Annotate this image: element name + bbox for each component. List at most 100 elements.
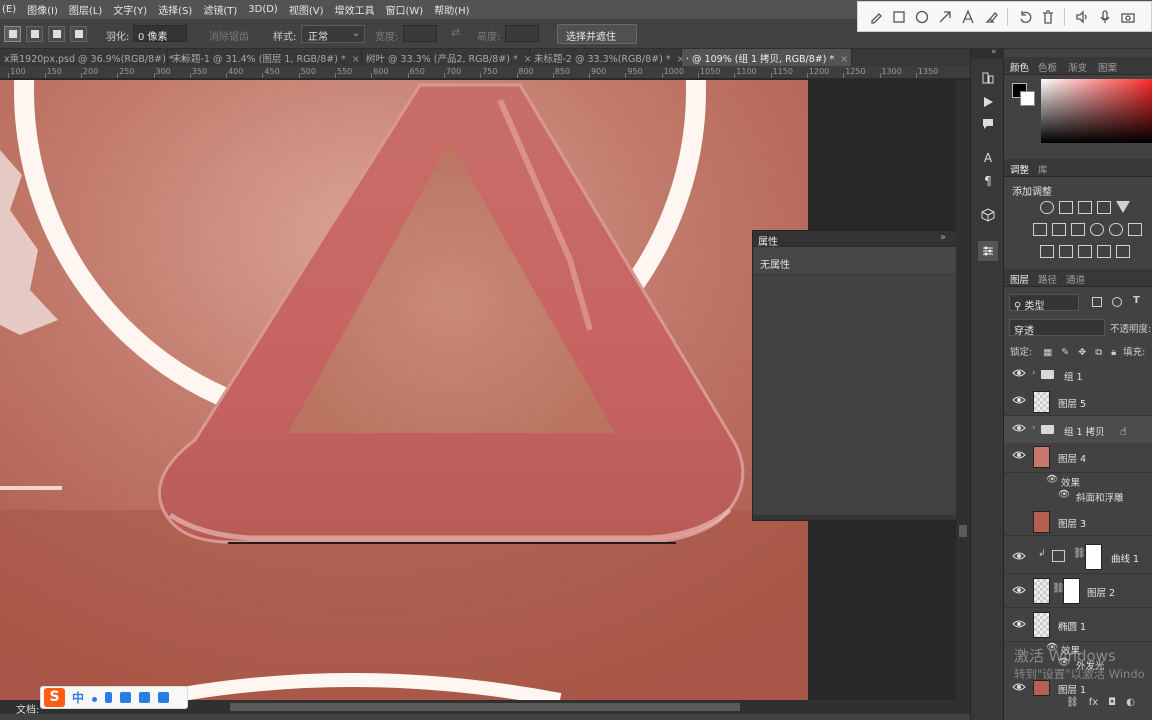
tab-doc-3[interactable]: 树叶 @ 33.3% (产品2, RGB/8#) * × — [362, 49, 532, 66]
delete-icon[interactable] — [1036, 5, 1059, 28]
photo-filter-icon[interactable] — [1090, 223, 1104, 236]
selective-color-icon[interactable] — [1116, 245, 1130, 258]
microphone-icon[interactable] — [105, 692, 113, 703]
lock-all-icon[interactable]: 🔒︎ — [1111, 347, 1116, 358]
new-selection-icon[interactable] — [4, 26, 21, 42]
adjustment-filter-icon[interactable] — [1112, 297, 1122, 307]
visibility-eye-icon[interactable] — [1012, 395, 1026, 405]
width-input[interactable] — [403, 25, 437, 42]
layer-row-4[interactable]: 图层 4 — [1004, 443, 1152, 473]
visibility-empty-box[interactable] — [1013, 516, 1025, 528]
exposure-icon[interactable] — [1097, 201, 1111, 214]
hue-saturation-icon[interactable] — [1033, 223, 1047, 236]
style-select[interactable]: 正常 ⌄ — [301, 25, 365, 43]
menu-edit[interactable]: (E) — [2, 4, 16, 15]
feather-input[interactable]: 0 像素 — [133, 25, 187, 43]
menu-window[interactable]: 窗口(W) — [386, 2, 424, 17]
skin-icon[interactable] — [139, 692, 151, 703]
menu-type[interactable]: 文字(Y) — [113, 2, 147, 17]
tab-doc-4[interactable]: 未标题-2 @ 33.3%(RGB/8#) * × — [530, 49, 685, 66]
menu-3d[interactable]: 3D(D) — [248, 4, 278, 15]
character-icon[interactable]: A — [980, 150, 996, 166]
select-and-mask-button[interactable]: 选择并遮住 ... — [557, 24, 637, 54]
collapse-icon[interactable]: « — [991, 47, 997, 57]
text-icon[interactable] — [956, 5, 979, 28]
antialias-checkbox-label[interactable]: 消除锯齿 — [209, 28, 249, 43]
actions-play-icon[interactable] — [980, 94, 996, 110]
scroll-thumb[interactable] — [959, 525, 967, 537]
layer-row-curves-1[interactable]: ↲ ⛓ 曲线 1 — [1004, 540, 1152, 574]
visibility-eye-icon[interactable] — [1012, 551, 1026, 561]
background-color-swatch[interactable] — [1020, 91, 1035, 106]
intersect-selection-icon[interactable] — [70, 26, 87, 42]
new-adjustment-icon[interactable]: ◐ — [1126, 697, 1135, 708]
toolbox-icon[interactable] — [158, 692, 170, 703]
vibrance-icon[interactable] — [1116, 201, 1130, 213]
ime-lang-toggle[interactable]: 中 — [72, 689, 84, 706]
tab-gradients[interactable]: 渐变 — [1068, 60, 1087, 74]
pixel-filter-icon[interactable] — [1092, 297, 1102, 307]
camera-icon[interactable] — [1116, 5, 1139, 28]
punctuation-icon[interactable] — [92, 697, 98, 702]
volume-icon[interactable] — [1070, 5, 1093, 28]
tab-swatches[interactable]: 色板 — [1038, 60, 1057, 74]
tab-doc-2[interactable]: 未标题-1 @ 31.4% (图层 1, RGB/8#) * × — [168, 49, 362, 66]
color-balance-icon[interactable] — [1052, 223, 1066, 236]
gradient-map-icon[interactable] — [1097, 245, 1111, 258]
layer-row-group-1[interactable]: › 组 1 — [1004, 361, 1152, 389]
properties-icon[interactable] — [978, 241, 998, 261]
channel-mixer-icon[interactable] — [1109, 223, 1123, 236]
3d-cube-icon[interactable] — [980, 207, 996, 223]
pen-icon[interactable] — [864, 5, 887, 28]
visibility-eye-icon[interactable] — [1012, 450, 1026, 460]
threshold-icon[interactable] — [1078, 245, 1092, 258]
black-white-icon[interactable] — [1071, 223, 1085, 236]
tab-color[interactable]: 颜色 — [1010, 60, 1029, 74]
brightness-icon[interactable] — [1040, 201, 1054, 214]
fx-icon[interactable]: fx — [1089, 697, 1098, 708]
visibility-eye-icon[interactable] — [1012, 619, 1026, 629]
layer-filter-select[interactable]: ⚲ 类型 — [1009, 294, 1079, 312]
layer-row-5[interactable]: 图层 5 — [1004, 388, 1152, 416]
posterize-icon[interactable] — [1059, 245, 1073, 258]
layer-row-ellipse-1[interactable]: 椭圆 1 — [1004, 608, 1152, 642]
height-input[interactable] — [505, 25, 539, 42]
microphone-icon[interactable] — [1093, 5, 1116, 28]
tab-paths[interactable]: 路径 — [1038, 272, 1057, 286]
lock-position-icon[interactable]: ✥ — [1078, 347, 1086, 358]
effect-eye-icon[interactable]: 👁︎ — [1058, 489, 1070, 500]
layer-row-2[interactable]: ⛓ 图层 2 — [1004, 574, 1152, 608]
menu-plugins[interactable]: 增效工具 — [335, 2, 375, 17]
visibility-eye-icon[interactable] — [1012, 368, 1026, 378]
history-icon[interactable] — [980, 70, 996, 86]
add-mask-icon[interactable]: ◘ — [1108, 697, 1116, 708]
close-icon[interactable]: × — [840, 54, 848, 65]
visibility-eye-icon[interactable] — [1012, 585, 1026, 595]
bevel-effect-row[interactable]: 👁︎ 斜面和浮雕 — [1004, 489, 1152, 504]
color-picker-field[interactable] — [1041, 79, 1152, 143]
horizontal-ruler[interactable]: 5010015020025030035040045050055060065070… — [0, 66, 970, 79]
blend-mode-select[interactable]: 穿透 — [1009, 319, 1105, 337]
chevron-right-icon[interactable]: › — [1032, 423, 1036, 433]
collapse-icon[interactable]: » — [940, 232, 946, 243]
menu-view[interactable]: 视图(V) — [289, 2, 324, 17]
tab-patterns[interactable]: 图案 — [1098, 60, 1117, 74]
menu-help[interactable]: 帮助(H) — [434, 2, 469, 17]
tab-layers[interactable]: 图层 — [1010, 272, 1029, 286]
add-selection-icon[interactable] — [26, 26, 43, 42]
lock-image-icon[interactable]: ✎ — [1061, 347, 1069, 358]
chevron-right-icon[interactable]: › — [1032, 368, 1036, 378]
layer-row-3[interactable]: 图层 3 — [1004, 508, 1152, 536]
vertical-scrollbar[interactable] — [956, 80, 970, 700]
menu-layer[interactable]: 图层(L) — [69, 2, 102, 17]
visibility-eye-icon[interactable] — [1012, 682, 1026, 692]
comments-icon[interactable] — [980, 116, 996, 132]
ime-toolbar[interactable]: S 中 — [40, 686, 188, 709]
menu-filter[interactable]: 滤镜(T) — [203, 2, 237, 17]
lock-transparent-icon[interactable]: ▦ — [1043, 347, 1052, 358]
tab-doc-1[interactable]: x乘1920px.psd @ 36.9%(RGB/8#) * × — [0, 49, 188, 66]
close-icon[interactable]: × — [352, 54, 360, 65]
tab-adjustments[interactable]: 调整 — [1010, 162, 1029, 176]
arrow-icon[interactable] — [933, 5, 956, 28]
visibility-eye-icon[interactable] — [1012, 423, 1026, 433]
